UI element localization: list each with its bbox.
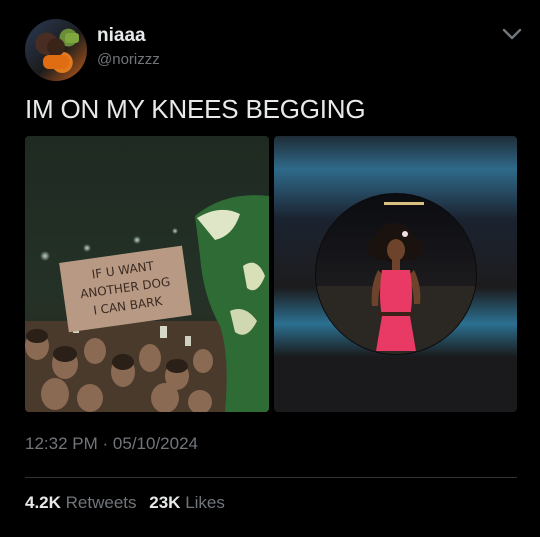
meta-separator: ·	[102, 434, 109, 453]
display-name[interactable]: niaaa	[97, 25, 146, 47]
media-image-crowd[interactable]: IF U WANT ANOTHER DOG I CAN BARK	[25, 136, 269, 412]
woman-pink-dress-photo-icon	[274, 136, 517, 412]
tweet-stats: 4.2K Retweets 23K Likes	[25, 493, 233, 513]
retweets-label: Retweets	[65, 493, 137, 512]
retweets-count: 4.2K	[25, 493, 61, 512]
tweet-header: niaaa @norizzz	[25, 19, 525, 81]
user-handle[interactable]: @norizzz	[97, 51, 160, 68]
tweet-date: 05/10/2024	[112, 434, 198, 453]
tweet-timestamp[interactable]: 12:32 PM · 05/10/2024	[25, 434, 198, 454]
avatar-photo-icon	[43, 33, 79, 69]
likes-count: 23K	[149, 493, 181, 512]
tweet-text: IM ON MY KNEES BEGGING	[25, 94, 366, 124]
divider	[25, 477, 517, 478]
likes-stat[interactable]: 23K Likes	[149, 493, 225, 512]
retweets-stat[interactable]: 4.2K Retweets	[25, 493, 141, 512]
crowd-concert-photo-icon: IF U WANT ANOTHER DOG I CAN BARK	[25, 136, 269, 412]
avatar[interactable]	[25, 19, 87, 81]
media-image-portrait[interactable]	[274, 136, 517, 412]
chevron-down-icon[interactable]	[501, 23, 523, 45]
tweet-time: 12:32 PM	[25, 434, 98, 453]
likes-label: Likes	[185, 493, 225, 512]
